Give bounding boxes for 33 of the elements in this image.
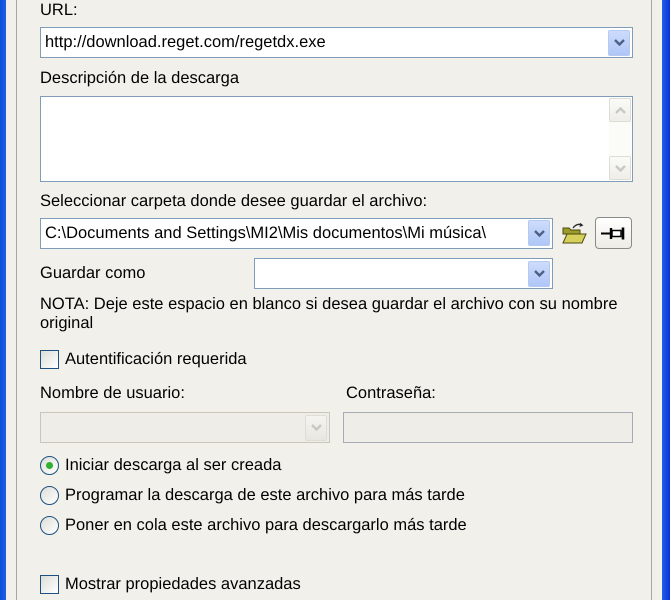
note-text: NOTA: Deje este espacio en blanco si desea guardar el archivo con su nombre original	[40, 295, 619, 333]
chevron-down-icon	[310, 424, 322, 431]
radio-label: Iniciar descarga al ser creada	[65, 456, 282, 475]
save-as-label: Guardar como	[40, 264, 146, 283]
open-folder-icon[interactable]	[562, 222, 587, 244]
dropdown-button[interactable]	[608, 30, 630, 56]
radio-label: Poner en cola este archivo para descargarlo más tarde	[65, 516, 467, 535]
radio-button[interactable]	[40, 486, 59, 505]
url-label: URL:	[40, 1, 78, 20]
folder-label: Seleccionar carpeta donde desee guardar el archivo:	[40, 192, 428, 211]
username-label: Nombre de usuario:	[40, 384, 186, 403]
password-label: Contraseña:	[345, 384, 437, 403]
checkbox-label: Autentificación requerida	[65, 350, 247, 369]
checkbox[interactable]	[40, 350, 59, 369]
dropdown-button[interactable]	[528, 260, 550, 286]
radio-label: Programar la descarga de este archivo para más tarde	[65, 486, 465, 505]
chevron-up-icon	[614, 106, 626, 114]
folder-combo-box[interactable]: C:\Documents and Settings\MI2\Mis documentos\Mi música\	[40, 218, 553, 248]
chevron-down-icon	[534, 270, 544, 277]
pin-button[interactable]	[595, 217, 632, 249]
radio-button[interactable]	[40, 516, 59, 535]
radio-button[interactable]	[40, 456, 59, 475]
url-combo-box[interactable]: http://download.reget.com/regetdx.exe	[40, 27, 633, 58]
checkbox-label: Mostrar propiedades avanzadas	[65, 575, 301, 594]
description-label: Descripción de la descarga	[40, 69, 240, 88]
chevron-down-icon	[534, 230, 544, 236]
pushpin-icon	[601, 226, 626, 240]
chevron-down-icon	[614, 164, 626, 172]
radio-dot-icon	[46, 462, 53, 469]
chevron-down-icon	[614, 39, 624, 46]
checkbox[interactable]	[40, 575, 59, 594]
dropdown-button[interactable]	[528, 220, 550, 246]
save-as-combo-box[interactable]	[254, 258, 553, 289]
